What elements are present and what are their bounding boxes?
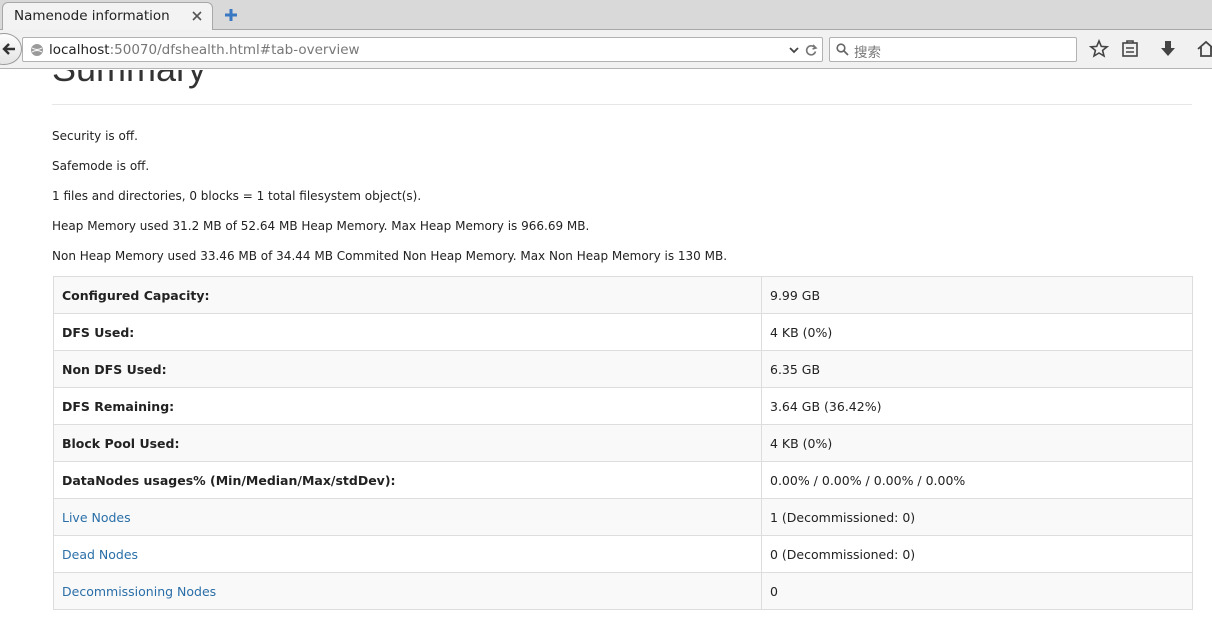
table-row: Configured Capacity: 9.99 GB bbox=[53, 276, 1193, 314]
dead-nodes-link[interactable]: Dead Nodes bbox=[62, 547, 138, 562]
table-row: Live Nodes 1 (Decommissioned: 0) bbox=[53, 498, 1193, 536]
heading-divider bbox=[52, 104, 1192, 105]
row-label: DFS Remaining: bbox=[53, 387, 762, 425]
table-row: Block Pool Used: 4 KB (0%) bbox=[53, 424, 1193, 462]
search-placeholder: 搜索 bbox=[854, 45, 881, 61]
search-bar[interactable]: 搜索 bbox=[829, 37, 1077, 62]
home-icon[interactable] bbox=[1196, 39, 1212, 59]
tab-title: Namenode information bbox=[14, 8, 170, 24]
bookmark-star-icon[interactable] bbox=[1089, 39, 1109, 59]
table-row: Decommissioning Nodes 0 bbox=[53, 572, 1193, 610]
row-value: 0 bbox=[761, 572, 1193, 610]
summary-table: Configured Capacity: 9.99 GB DFS Used: 4… bbox=[53, 276, 1193, 610]
url-text: localhost:50070/dfshealth.html#tab-overv… bbox=[49, 42, 360, 58]
new-tab-icon[interactable] bbox=[222, 6, 240, 24]
back-button[interactable] bbox=[0, 33, 22, 65]
heap-memory: Heap Memory used 31.2 MB of 52.64 MB Hea… bbox=[52, 219, 590, 233]
row-value: 1 (Decommissioned: 0) bbox=[761, 498, 1193, 536]
table-row: Non DFS Used: 6.35 GB bbox=[53, 350, 1193, 388]
row-value: 3.64 GB (36.42%) bbox=[761, 387, 1193, 425]
live-nodes-link[interactable]: Live Nodes bbox=[62, 510, 131, 525]
decommissioning-nodes-link[interactable]: Decommissioning Nodes bbox=[62, 584, 216, 599]
url-host: localhost bbox=[49, 42, 110, 58]
table-row: DataNodes usages% (Min/Median/Max/stdDev… bbox=[53, 461, 1193, 499]
safemode-status: Safemode is off. bbox=[52, 159, 150, 173]
back-arrow-icon bbox=[2, 43, 15, 55]
table-row: DFS Used: 4 KB (0%) bbox=[53, 313, 1193, 351]
row-label: DataNodes usages% (Min/Median/Max/stdDev… bbox=[53, 461, 762, 499]
row-value: 4 KB (0%) bbox=[761, 424, 1193, 462]
browser-nav-bar: localhost:50070/dfshealth.html#tab-overv… bbox=[0, 30, 1212, 69]
row-value: 4 KB (0%) bbox=[761, 313, 1193, 351]
reading-list-icon[interactable] bbox=[1120, 39, 1140, 59]
download-icon[interactable] bbox=[1158, 39, 1178, 59]
row-label: Dead Nodes bbox=[53, 535, 762, 573]
row-value: 0.00% / 0.00% / 0.00% / 0.00% bbox=[761, 461, 1193, 499]
url-path: :50070/dfshealth.html#tab-overview bbox=[109, 42, 360, 58]
chevron-down-icon[interactable] bbox=[788, 44, 800, 56]
table-row: Dead Nodes 0 (Decommissioned: 0) bbox=[53, 535, 1193, 573]
security-status: Security is off. bbox=[52, 129, 138, 143]
reload-icon[interactable] bbox=[804, 43, 818, 57]
row-value: 9.99 GB bbox=[761, 276, 1193, 314]
row-value: 6.35 GB bbox=[761, 350, 1193, 388]
page-content: Summary Security is off. Safemode is off… bbox=[0, 70, 1212, 624]
page-title: Summary bbox=[52, 70, 206, 90]
filesystem-objects: 1 files and directories, 0 blocks = 1 to… bbox=[52, 189, 422, 203]
row-label: DFS Used: bbox=[53, 313, 762, 351]
browser-tab-bar: Namenode information bbox=[0, 0, 1212, 31]
table-row: DFS Remaining: 3.64 GB (36.42%) bbox=[53, 387, 1193, 425]
row-label: Non DFS Used: bbox=[53, 350, 762, 388]
close-tab-icon[interactable] bbox=[190, 9, 204, 23]
row-label: Configured Capacity: bbox=[53, 276, 762, 314]
globe-icon bbox=[31, 44, 43, 56]
address-bar[interactable]: localhost:50070/dfshealth.html#tab-overv… bbox=[22, 37, 823, 62]
row-label: Decommissioning Nodes bbox=[53, 572, 762, 610]
row-label: Block Pool Used: bbox=[53, 424, 762, 462]
non-heap-memory: Non Heap Memory used 33.46 MB of 34.44 M… bbox=[52, 249, 728, 263]
row-value: 0 (Decommissioned: 0) bbox=[761, 535, 1193, 573]
row-label: Live Nodes bbox=[53, 498, 762, 536]
browser-tab[interactable]: Namenode information bbox=[2, 2, 213, 31]
search-icon bbox=[836, 43, 849, 56]
